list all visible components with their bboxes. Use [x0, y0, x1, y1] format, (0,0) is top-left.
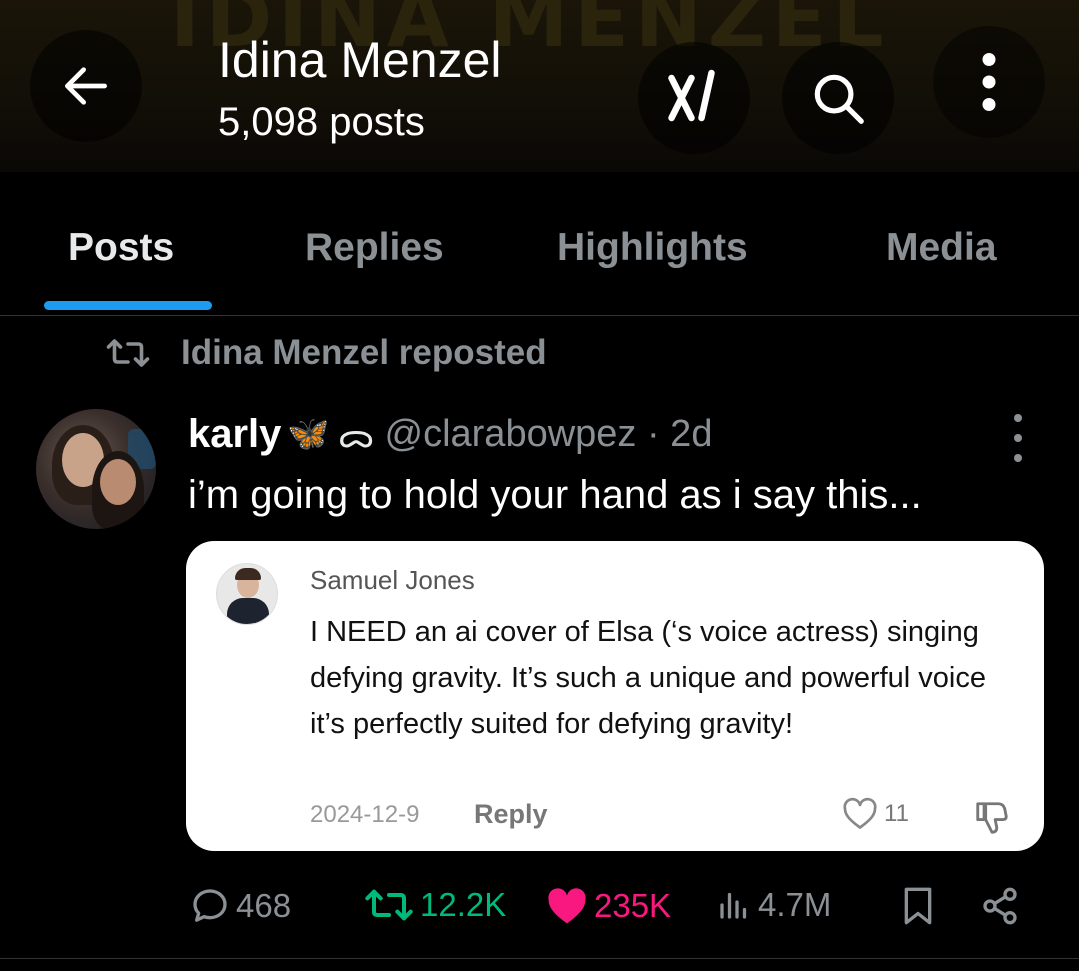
arrow-left-icon — [65, 67, 107, 105]
repost-banner: Idina Menzel reposted — [105, 330, 547, 376]
post-action-bar: 468 12.2K 235K 4.7M — [0, 880, 1079, 936]
commenter-avatar — [216, 563, 278, 625]
views-button[interactable]: 4.7M — [716, 886, 831, 924]
repost-text: Idina Menzel reposted — [181, 333, 547, 372]
bow-symbol: ᯅ — [337, 416, 375, 456]
post-count: 5,098 posts — [218, 100, 425, 144]
comment-icon — [193, 889, 227, 922]
active-tab-indicator — [44, 301, 212, 310]
reply-count: 468 — [236, 887, 292, 924]
post-more-button[interactable] — [1003, 414, 1033, 462]
butterfly-emoji: 🦋 — [287, 415, 330, 453]
comment-dislike — [972, 799, 1012, 842]
more-vertical-icon — [982, 53, 996, 111]
bookmark-button[interactable] — [900, 886, 936, 926]
dot-icon — [1014, 454, 1022, 462]
profile-header: IDINA MENZEL Idina Menzel 5,098 posts — [0, 0, 1079, 172]
search-icon — [814, 74, 864, 124]
post-text: i’m going to hold your hand as i say thi… — [188, 473, 922, 517]
back-button[interactable] — [30, 30, 142, 142]
comment-reply-label: Reply — [474, 799, 548, 829]
more-options-button[interactable] — [933, 26, 1045, 138]
author-handle-timestamp[interactable]: @clarabowpez · 2d — [385, 413, 713, 456]
tab-posts[interactable]: Posts — [68, 226, 174, 270]
repost-button[interactable]: 12.2K — [364, 886, 506, 924]
comment-like: 11 — [842, 797, 909, 831]
like-button[interactable]: 235K — [546, 886, 671, 926]
repost-count: 12.2K — [420, 886, 507, 923]
like-count: 235K — [594, 887, 672, 924]
bookmark-icon — [904, 887, 932, 925]
share-button[interactable] — [980, 886, 1020, 926]
heart-filled-icon — [548, 888, 586, 924]
profile-title: Idina Menzel 5,098 posts — [218, 30, 502, 148]
author-avatar[interactable] — [36, 409, 156, 529]
heart-outline-icon — [843, 797, 877, 829]
share-icon — [983, 887, 1017, 925]
dot-icon — [1014, 414, 1022, 422]
profile-name: Idina Menzel — [218, 32, 502, 88]
comment-like-count: 11 — [884, 800, 909, 827]
divider — [0, 958, 1079, 959]
grok-icon — [668, 69, 715, 122]
commenter-name: Samuel Jones — [310, 565, 475, 595]
analytics-icon — [720, 892, 747, 919]
comment-date: 2024-12-9 — [310, 801, 420, 828]
author-name[interactable]: karly — [188, 412, 281, 457]
comment-text: I NEED an ai cover of Elsa (‘s voice act… — [310, 616, 986, 740]
post-image-card[interactable]: Samuel Jones I NEED an ai cover of Elsa … — [186, 541, 1044, 851]
tab-highlights[interactable]: Highlights — [557, 226, 748, 270]
profile-tabs: Posts Replies Highlights Media — [0, 172, 1079, 316]
grok-button[interactable] — [638, 42, 750, 154]
thumbs-down-icon — [976, 802, 1008, 834]
repost-icon — [106, 339, 150, 367]
dot-icon — [1014, 434, 1022, 442]
view-count: 4.7M — [758, 886, 832, 923]
tab-media[interactable]: Media — [886, 226, 997, 270]
repost-icon — [365, 889, 413, 921]
tab-replies[interactable]: Replies — [305, 226, 444, 270]
search-button[interactable] — [782, 42, 894, 154]
reply-button[interactable]: 468 — [190, 886, 291, 926]
post-header: karly 🦋 ᯅ @clarabowpez · 2d — [188, 410, 712, 458]
